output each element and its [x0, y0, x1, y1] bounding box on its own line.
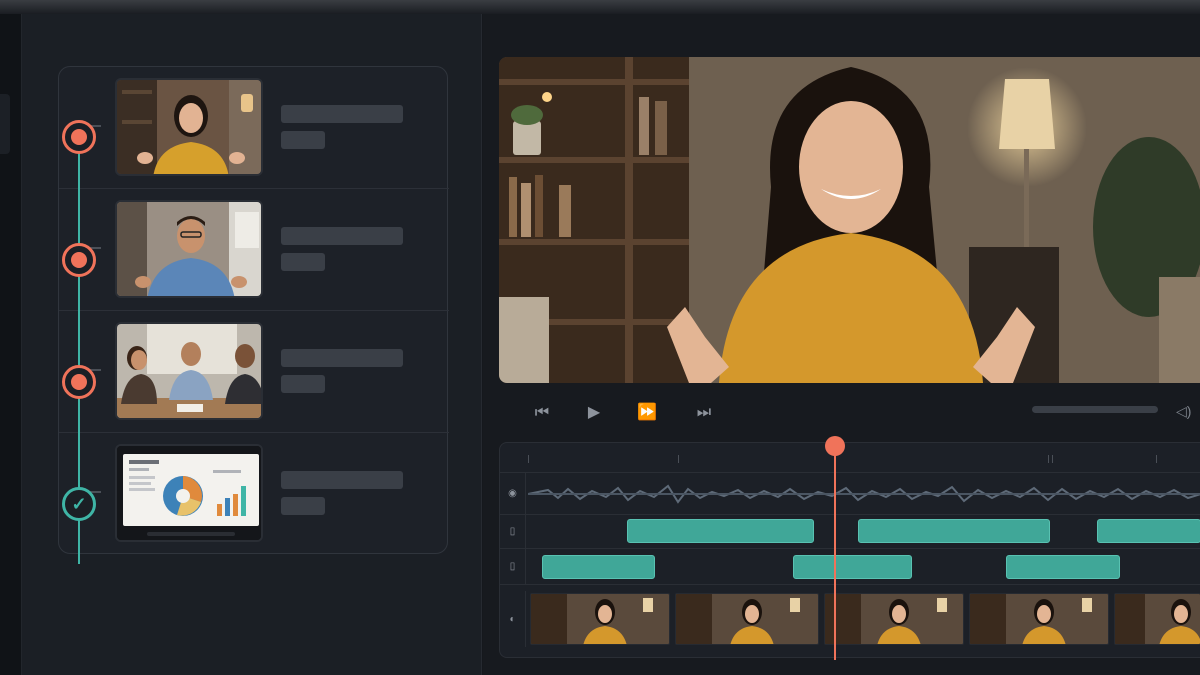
record-dot-icon[interactable] [62, 365, 96, 399]
skip-forward-icon[interactable]: ⏭ [690, 401, 718, 425]
step-title-placeholder [281, 471, 403, 489]
video-track-icon: ◐ [500, 591, 526, 647]
sidebar-expand-handle[interactable] [0, 94, 10, 154]
video-frame-thumbnail[interactable] [969, 593, 1109, 645]
caption-track[interactable]: ▯ [500, 549, 1200, 585]
step-meta-placeholder [281, 375, 325, 393]
collapsed-sidebar [0, 14, 22, 675]
step-meta-placeholder [281, 497, 325, 515]
record-dot-icon[interactable] [62, 243, 96, 277]
step-title-placeholder [281, 349, 403, 367]
caption-clip[interactable] [858, 519, 1050, 543]
audio-track-icon: ◉ [500, 473, 526, 514]
step-row[interactable] [59, 189, 449, 311]
playhead-icon[interactable] [825, 436, 845, 456]
step-row[interactable] [59, 67, 449, 189]
step-meta-placeholder [281, 253, 325, 271]
window-top-bezel [0, 0, 1200, 14]
volume-icon[interactable]: ◁) [1176, 400, 1200, 422]
caption-clip[interactable] [1006, 555, 1120, 579]
play-icon[interactable]: ▶ [580, 401, 608, 425]
time-ruler[interactable] [500, 443, 1200, 473]
video-frame-thumbnail[interactable] [530, 593, 670, 645]
audio-track[interactable]: ◉ [500, 473, 1200, 515]
step-thumbnail-man[interactable] [115, 200, 263, 298]
caption-clip[interactable] [542, 555, 655, 579]
playhead-line[interactable] [834, 452, 836, 660]
step-thumbnail-meeting[interactable] [115, 322, 263, 420]
step-title-placeholder [281, 227, 403, 245]
caption-clip[interactable] [627, 519, 814, 543]
check-icon[interactable]: ✓ [62, 487, 96, 521]
step-row[interactable] [59, 311, 449, 433]
video-frame-thumbnail[interactable] [1114, 593, 1200, 645]
step-row[interactable] [59, 433, 449, 555]
timeline-editor: ◉ ▯ ▯ ◐ [499, 442, 1200, 658]
video-preview[interactable] [499, 57, 1200, 383]
steps-card [58, 66, 449, 555]
step-thumbnail-laptop-report[interactable] [115, 444, 263, 542]
video-frame-thumbnail[interactable] [824, 593, 964, 645]
caption-clip[interactable] [793, 555, 912, 579]
skip-back-icon[interactable]: ⏮ [528, 401, 556, 425]
caption-track[interactable]: ▯ [500, 515, 1200, 549]
record-dot-icon[interactable] [62, 120, 96, 154]
caption-track-icon: ▯ [500, 515, 526, 548]
step-thumbnail-woman[interactable] [115, 78, 263, 176]
caption-track-icon: ▯ [500, 549, 526, 584]
step-meta-placeholder [281, 131, 325, 149]
caption-clip[interactable] [1097, 519, 1200, 543]
fast-forward-icon[interactable]: ⏩ [633, 401, 661, 425]
video-frame-thumbnail[interactable] [675, 593, 819, 645]
step-title-placeholder [281, 105, 403, 123]
volume-slider[interactable] [1032, 406, 1158, 413]
